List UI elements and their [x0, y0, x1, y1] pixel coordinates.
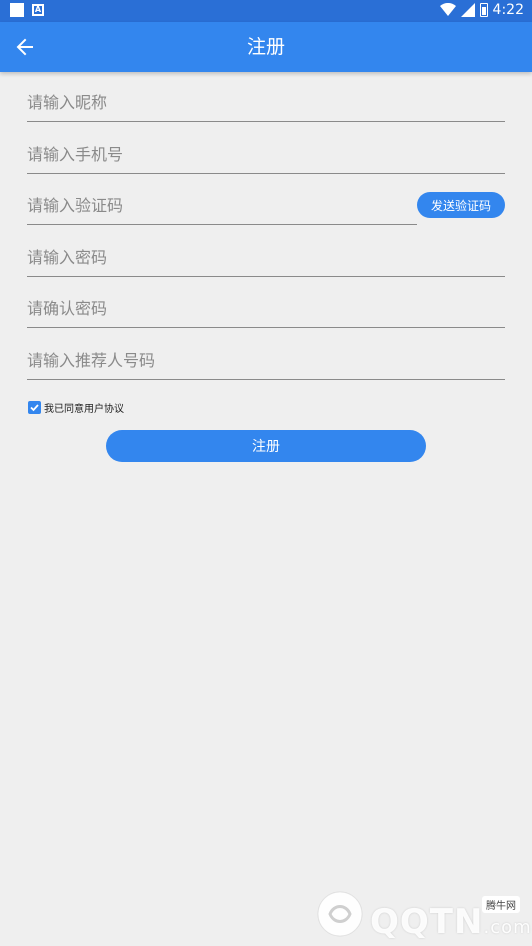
watermark: 腾牛网 QQTN.com — [312, 888, 531, 942]
watermark-logo-icon — [317, 891, 363, 937]
status-icons: 4:22 — [439, 2, 524, 18]
app-bar: 注册 — [0, 22, 532, 72]
phone-input[interactable] — [27, 136, 505, 174]
status-bar: A 4:22 — [0, 0, 532, 22]
nickname-input[interactable] — [27, 84, 505, 122]
watermark-brand: QQTN.com — [370, 902, 532, 942]
notification-icons: A — [10, 3, 44, 17]
notification-icon — [10, 3, 24, 17]
page-title: 注册 — [246, 36, 285, 58]
signal-icon — [460, 3, 475, 17]
register-button[interactable]: 注册 — [106, 430, 426, 462]
send-code-button[interactable]: 发送验证码 — [417, 192, 505, 218]
battery-icon — [479, 3, 488, 17]
wifi-icon — [439, 3, 456, 16]
check-icon — [30, 404, 39, 412]
referrer-input[interactable] — [27, 342, 505, 380]
agreement-row: 我已同意用户协议 — [28, 400, 124, 415]
password-input[interactable] — [27, 239, 505, 277]
agreement-label[interactable]: 我已同意用户协议 — [44, 400, 124, 415]
confirm-password-input[interactable] — [27, 290, 505, 328]
app-notification-icon: A — [32, 4, 44, 16]
verification-code-input[interactable] — [27, 187, 417, 225]
status-time: 4:22 — [492, 2, 524, 18]
agreement-checkbox[interactable] — [28, 401, 41, 414]
